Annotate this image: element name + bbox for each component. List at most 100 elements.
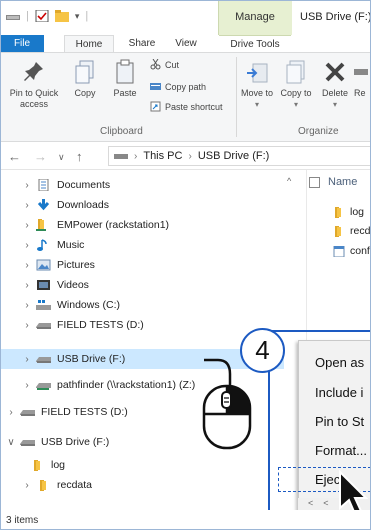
copy-path-icon bbox=[150, 83, 161, 90]
folder-icon bbox=[34, 460, 40, 471]
forward-arrow-icon[interactable]: → bbox=[34, 149, 47, 164]
separator: | bbox=[85, 10, 89, 22]
clipboard-icon bbox=[116, 59, 134, 84]
breadcrumb-this-pc[interactable]: This PC bbox=[143, 150, 182, 162]
title-bar: | ▾ | Manage USB Drive (F:) bbox=[0, 0, 371, 35]
paste-label: Paste bbox=[113, 88, 137, 98]
window-title: USB Drive (F:) bbox=[300, 11, 371, 23]
collapse-chevron-icon[interactable]: ∨ bbox=[6, 437, 16, 448]
videos-icon bbox=[37, 280, 50, 290]
back-arrow-icon[interactable]: ← bbox=[8, 149, 21, 164]
folder-icon bbox=[335, 206, 341, 218]
nav-item-log[interactable]: log bbox=[0, 455, 296, 475]
file-name: conf bbox=[350, 245, 370, 257]
address-path[interactable]: › This PC › USB Drive (F:) bbox=[108, 146, 371, 166]
scroll-up-chevron-icon[interactable]: ^ bbox=[287, 176, 291, 186]
select-all-checkbox[interactable] bbox=[309, 176, 320, 188]
expand-chevron-icon[interactable]: › bbox=[22, 480, 32, 491]
breadcrumb-separator-icon[interactable]: › bbox=[134, 151, 137, 162]
nav-item-empower[interactable]: › EMPower (rackstation1) bbox=[0, 215, 296, 235]
pin-icon bbox=[24, 62, 43, 81]
mouse-right-click-icon bbox=[202, 358, 252, 450]
nav-item-documents[interactable]: › Documents bbox=[0, 175, 296, 195]
expand-chevron-icon[interactable]: › bbox=[22, 300, 32, 311]
copy-to-button[interactable]: Copy to ▾ bbox=[280, 59, 312, 110]
rename-icon bbox=[354, 69, 368, 75]
breadcrumb-separator-icon[interactable]: › bbox=[188, 151, 191, 162]
folder-icon bbox=[36, 219, 46, 231]
address-bar: ← → ∨ ↑ › This PC › USB Drive (F:) bbox=[0, 142, 371, 170]
expand-chevron-icon[interactable]: › bbox=[22, 220, 32, 231]
rename-button[interactable]: Re bbox=[354, 59, 371, 99]
new-folder-icon[interactable] bbox=[54, 10, 69, 22]
nav-item-label: Pictures bbox=[57, 259, 95, 271]
move-to-icon bbox=[247, 63, 268, 83]
nav-item-label: EMPower (rackstation1) bbox=[57, 219, 170, 231]
expand-chevron-icon[interactable]: › bbox=[22, 320, 32, 331]
organize-group-label: Organize bbox=[298, 126, 339, 137]
tab-file[interactable]: File bbox=[0, 35, 44, 52]
nav-item-pictures[interactable]: › Pictures bbox=[0, 255, 296, 275]
tab-home[interactable]: Home bbox=[64, 35, 114, 52]
copy-button[interactable]: Copy bbox=[70, 59, 100, 99]
nav-item-label: Windows (C:) bbox=[57, 299, 121, 311]
paste-shortcut-label: Paste shortcut bbox=[165, 101, 223, 112]
nav-item-label: USB Drive (F:) bbox=[41, 436, 110, 448]
drive-icon[interactable] bbox=[6, 10, 20, 22]
pin-to-quick-access-button[interactable]: Pin to Quick access bbox=[4, 59, 64, 110]
customize-qat-icon[interactable]: ▾ bbox=[75, 11, 80, 22]
paste-shortcut-button[interactable]: Paste shortcut bbox=[150, 101, 223, 112]
nav-item-label: FIELD TESTS (D:) bbox=[57, 319, 144, 331]
breadcrumb-usb-drive[interactable]: USB Drive (F:) bbox=[198, 150, 270, 162]
expand-chevron-icon[interactable]: › bbox=[22, 260, 32, 271]
file-name: log bbox=[350, 206, 365, 218]
nav-item-label: Downloads bbox=[57, 199, 109, 211]
cut-button[interactable]: Cut bbox=[150, 59, 179, 70]
group-separator bbox=[236, 57, 237, 137]
clipboard-group-label: Clipboard bbox=[100, 126, 143, 137]
cut-label: Cut bbox=[165, 59, 180, 70]
expand-chevron-icon[interactable]: › bbox=[22, 380, 32, 391]
column-header: Name bbox=[309, 176, 357, 188]
rename-label: Re bbox=[354, 88, 366, 98]
folder-icon bbox=[335, 225, 341, 237]
nav-item-music[interactable]: › Music bbox=[0, 235, 296, 255]
drive-icon bbox=[114, 154, 128, 159]
nav-item-windows-c[interactable]: › Windows (C:) bbox=[0, 295, 296, 315]
nav-item-videos[interactable]: › Videos bbox=[0, 275, 296, 295]
manage-tab-group-label[interactable]: Manage bbox=[218, 11, 292, 23]
nav-item-label: USB Drive (F:) bbox=[57, 353, 126, 365]
delete-button[interactable]: Delete ▾ bbox=[318, 59, 352, 110]
list-item[interactable]: conf bbox=[333, 245, 370, 257]
expand-chevron-icon[interactable]: › bbox=[22, 200, 32, 211]
tab-share[interactable]: Share bbox=[124, 35, 160, 52]
nav-item-recdata[interactable]: › recdata bbox=[0, 475, 296, 495]
nav-item-downloads[interactable]: › Downloads bbox=[0, 195, 296, 215]
copy-path-label: Copy path bbox=[165, 81, 207, 92]
nav-item-label: recdata bbox=[57, 479, 93, 491]
expand-chevron-icon[interactable]: › bbox=[22, 180, 32, 191]
tab-drive-tools[interactable]: Drive Tools bbox=[219, 35, 291, 52]
item-count: 3 items bbox=[6, 515, 39, 526]
nav-item-label: log bbox=[51, 459, 66, 471]
copy-path-button[interactable]: Copy path bbox=[150, 81, 206, 92]
pin-to-quick-access-label: Pin to Quick access bbox=[9, 88, 59, 109]
tab-view[interactable]: View bbox=[169, 35, 203, 52]
nav-item-label: pathfinder (\\rackstation1) (Z:) bbox=[57, 379, 196, 391]
expand-chevron-icon[interactable]: › bbox=[22, 240, 32, 251]
name-column-header[interactable]: Name bbox=[328, 176, 357, 188]
list-item[interactable]: log bbox=[333, 206, 364, 218]
properties-check-icon[interactable] bbox=[35, 10, 49, 22]
recent-locations-chevron-icon[interactable]: ∨ bbox=[58, 152, 65, 163]
nav-item-label: Music bbox=[57, 239, 85, 251]
move-to-button[interactable]: Move to ▾ bbox=[240, 59, 274, 110]
downloads-icon bbox=[37, 199, 50, 211]
paste-button[interactable]: Paste bbox=[108, 59, 142, 99]
expand-chevron-icon[interactable]: › bbox=[22, 354, 32, 365]
status-bar: 3 items bbox=[0, 510, 371, 530]
up-arrow-icon[interactable]: ↑ bbox=[76, 149, 83, 164]
list-item[interactable]: recd bbox=[333, 225, 370, 237]
expand-chevron-icon[interactable]: › bbox=[22, 280, 32, 291]
move-to-dropdown-icon: ▾ bbox=[254, 100, 259, 109]
expand-chevron-icon[interactable]: › bbox=[6, 407, 16, 418]
